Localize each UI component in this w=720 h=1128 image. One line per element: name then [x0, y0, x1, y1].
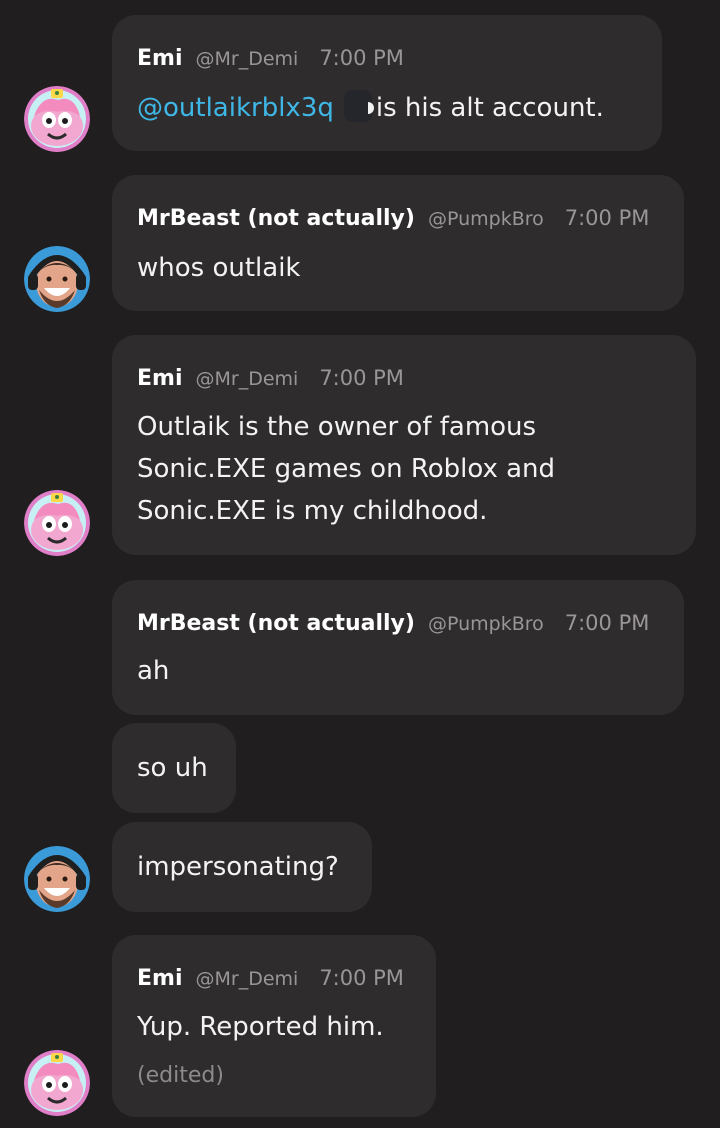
- author-handle: @PumpkBro: [427, 613, 544, 635]
- message-bubble[interactable]: so uh: [112, 723, 236, 813]
- message-header: Emi @Mr_Demi 7:00 PM: [137, 43, 404, 74]
- author-name[interactable]: Emi: [137, 966, 183, 991]
- message-text: ah: [137, 656, 170, 686]
- message-bubble[interactable]: MrBeast (not actually) @PumpkBro 7:00 PM…: [112, 175, 684, 311]
- timestamp: 7:00 PM: [564, 206, 650, 230]
- message-text: impersonating?: [137, 852, 339, 882]
- message-text: Outlaik is the owner of famous: [137, 412, 537, 442]
- message-bubble[interactable]: Emi @Mr_Demi 7:00 PM Yup. Reported him. …: [112, 935, 436, 1117]
- message-body: is his alt account.: [375, 93, 604, 123]
- message-bubble[interactable]: Emi @Mr_Demi 7:00 PM Outlaik is the owne…: [112, 335, 696, 555]
- message-text: Sonic.EXE games on Roblox and: [137, 454, 556, 484]
- timestamp: 7:00 PM: [319, 966, 404, 990]
- message-header: Emi @Mr_Demi 7:00 PM: [137, 363, 404, 394]
- author-handle: @Mr_Demi: [195, 368, 299, 390]
- emi-avatar[interactable]: [24, 490, 90, 556]
- mrbeast-avatar[interactable]: [24, 246, 90, 312]
- timestamp: 7:00 PM: [319, 366, 404, 390]
- author-handle: @Mr_Demi: [195, 48, 299, 70]
- author-name[interactable]: Emi: [137, 46, 183, 71]
- author-handle: @PumpkBro: [427, 208, 544, 230]
- message-text: Sonic.EXE is my childhood.: [137, 496, 488, 526]
- emi-avatar[interactable]: [24, 1050, 90, 1116]
- author-handle: @Mr_Demi: [195, 968, 299, 990]
- message-text: Yup. Reported him.: [137, 1012, 384, 1042]
- author-name[interactable]: MrBeast (not actually): [137, 611, 415, 636]
- message-text: so uh: [137, 753, 208, 783]
- edited-label: (edited): [137, 1063, 224, 1088]
- timestamp: 7:00 PM: [564, 611, 650, 635]
- mention-avatar-icon: [343, 90, 374, 122]
- author-name[interactable]: Emi: [137, 366, 183, 391]
- message-bubble[interactable]: impersonating?: [112, 822, 372, 912]
- mrbeast-avatar[interactable]: [24, 846, 90, 912]
- message-text: whos outlaik: [137, 253, 301, 283]
- message-bubble[interactable]: Emi @Mr_Demi 7:00 PM @outlaikrblx3q is hi…: [112, 15, 662, 151]
- author-name[interactable]: MrBeast (not actually): [137, 206, 415, 231]
- user-mention-link[interactable]: @outlaikrblx3q: [137, 93, 334, 123]
- message-header: Emi @Mr_Demi 7:00 PM: [137, 963, 404, 994]
- message-header: MrBeast (not actually) @PumpkBro 7:00 PM: [137, 203, 649, 234]
- message-bubble[interactable]: MrBeast (not actually) @PumpkBro 7:00 PM…: [112, 580, 684, 715]
- message-text: @outlaikrblx3q is his alt account.: [137, 87, 604, 129]
- emi-avatar[interactable]: [24, 86, 90, 152]
- timestamp: 7:00 PM: [319, 46, 404, 70]
- message-header: MrBeast (not actually) @PumpkBro 7:00 PM: [137, 608, 649, 639]
